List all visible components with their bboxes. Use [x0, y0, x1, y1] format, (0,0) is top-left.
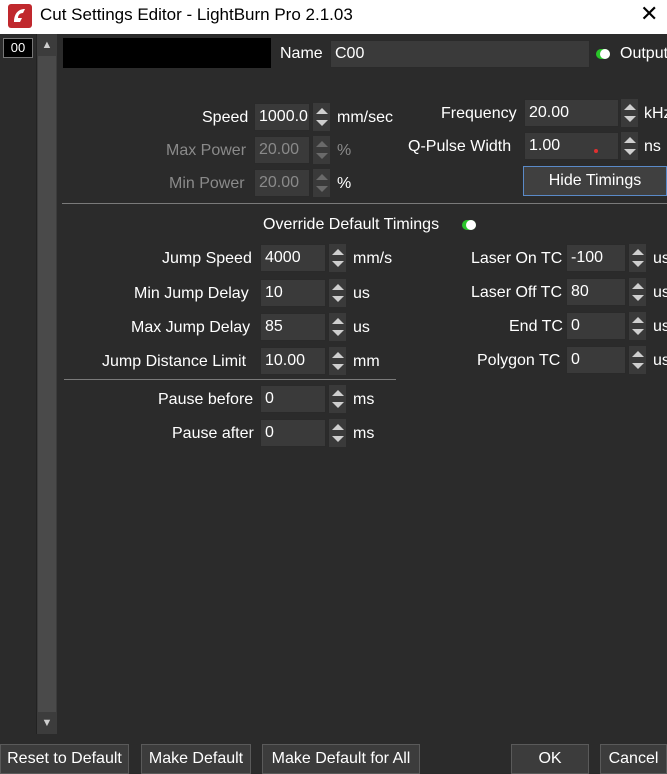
- pause-before-label: Pause before: [158, 391, 254, 408]
- layer-color-swatch: [63, 38, 271, 68]
- laser-on-tc-spinner[interactable]: [628, 244, 646, 272]
- pause-before-input[interactable]: 0: [260, 385, 326, 413]
- min-power-input[interactable]: 20.00: [254, 169, 310, 197]
- cut-settings-panel: Name C00 Output Speed 1000.0 mm/sec Max …: [57, 34, 667, 738]
- end-tc-unit: us: [653, 318, 667, 335]
- reset-to-default-button[interactable]: Reset to Default: [0, 744, 129, 774]
- output-label: Output: [620, 45, 667, 62]
- layer-column: 00: [0, 34, 36, 738]
- max-jump-delay-input[interactable]: 85: [260, 313, 326, 341]
- speed-label: Speed: [202, 109, 249, 126]
- laser-on-tc-label: Laser On TC: [471, 250, 563, 267]
- pause-before-spinner[interactable]: [328, 385, 346, 413]
- frequency-label: Frequency: [441, 105, 517, 122]
- laser-on-tc-unit: us: [653, 250, 667, 267]
- name-label: Name: [280, 45, 323, 62]
- min-power-unit: %: [337, 175, 352, 192]
- max-jump-delay-spinner[interactable]: [328, 313, 346, 341]
- pause-after-label: Pause after: [172, 425, 254, 442]
- override-timings-toggle[interactable]: [462, 220, 476, 230]
- jump-speed-input[interactable]: 4000: [260, 244, 326, 272]
- qpulse-width-unit: ns: [644, 138, 661, 155]
- vertical-scrollbar[interactable]: ▲ ▼: [36, 34, 57, 734]
- laser-off-tc-label: Laser Off TC: [471, 284, 562, 301]
- make-default-for-all-button[interactable]: Make Default for All: [262, 744, 420, 774]
- cancel-button[interactable]: Cancel: [600, 744, 667, 774]
- laser-off-tc-input[interactable]: 80: [566, 278, 626, 306]
- end-tc-input[interactable]: 0: [566, 312, 626, 340]
- close-icon[interactable]: ✕: [640, 1, 658, 27]
- max-jump-delay-unit: us: [353, 319, 370, 336]
- jump-speed-label: Jump Speed: [162, 250, 252, 267]
- polygon-tc-label: Polygon TC: [477, 352, 561, 369]
- scroll-down-arrow-icon[interactable]: ▼: [37, 712, 57, 734]
- section-divider: [62, 203, 667, 204]
- frequency-unit: kHz: [644, 105, 667, 122]
- lightburn-logo-icon: [8, 4, 32, 28]
- pause-before-unit: ms: [353, 391, 375, 408]
- title-bar: Cut Settings Editor - LightBurn Pro 2.1.…: [0, 0, 667, 34]
- min-jump-delay-unit: us: [353, 285, 370, 302]
- end-tc-spinner[interactable]: [628, 312, 646, 340]
- end-tc-label: End TC: [509, 318, 563, 335]
- validation-marker: [594, 149, 598, 153]
- qpulse-width-input[interactable]: 1.00: [524, 132, 619, 160]
- min-jump-delay-spinner[interactable]: [328, 279, 346, 307]
- jump-speed-unit: mm/s: [353, 250, 393, 267]
- frequency-spinner[interactable]: [620, 99, 638, 127]
- jump-distance-limit-label: Jump Distance Limit: [102, 353, 247, 370]
- output-toggle[interactable]: [596, 49, 610, 59]
- jump-distance-limit-unit: mm: [353, 353, 380, 370]
- ok-button[interactable]: OK: [511, 744, 589, 774]
- qpulse-width-label: Q-Pulse Width: [408, 138, 512, 155]
- pause-after-spinner[interactable]: [328, 419, 346, 447]
- dialog-footer: Reset to Default Make Default Make Defau…: [0, 738, 667, 774]
- scrollbar-thumb[interactable]: [38, 56, 56, 712]
- max-power-label: Max Power: [166, 142, 247, 159]
- speed-spinner[interactable]: [312, 103, 330, 131]
- window-title: Cut Settings Editor - LightBurn Pro 2.1.…: [40, 5, 353, 24]
- layer-index-badge[interactable]: 00: [3, 38, 33, 58]
- min-jump-delay-input[interactable]: 10: [260, 279, 326, 307]
- jump-speed-spinner[interactable]: [328, 244, 346, 272]
- min-power-label: Min Power: [169, 175, 245, 192]
- qpulse-width-spinner[interactable]: [620, 132, 638, 160]
- jump-distance-limit-spinner[interactable]: [328, 347, 346, 375]
- laser-on-tc-input[interactable]: -100: [566, 244, 626, 272]
- max-power-unit: %: [337, 142, 352, 159]
- make-default-button[interactable]: Make Default: [141, 744, 251, 774]
- frequency-input[interactable]: 20.00: [524, 99, 619, 127]
- min-jump-delay-label: Min Jump Delay: [134, 285, 249, 302]
- max-jump-delay-label: Max Jump Delay: [131, 319, 251, 336]
- speed-input[interactable]: 1000.0: [254, 103, 310, 131]
- scroll-up-arrow-icon[interactable]: ▲: [37, 34, 57, 56]
- laser-off-tc-spinner[interactable]: [628, 278, 646, 306]
- polygon-tc-spinner[interactable]: [628, 346, 646, 374]
- speed-unit: mm/sec: [337, 109, 393, 126]
- pause-after-unit: ms: [353, 425, 375, 442]
- name-input[interactable]: C00: [330, 40, 590, 68]
- jump-distance-limit-input[interactable]: 10.00: [260, 347, 326, 375]
- timings-divider: [64, 379, 396, 380]
- max-power-input[interactable]: 20.00: [254, 136, 310, 164]
- hide-timings-button[interactable]: Hide Timings: [523, 166, 667, 196]
- override-timings-label: Override Default Timings: [263, 216, 440, 233]
- polygon-tc-unit: us: [653, 352, 667, 369]
- polygon-tc-input[interactable]: 0: [566, 346, 626, 374]
- max-power-spinner[interactable]: [312, 136, 330, 164]
- min-power-spinner[interactable]: [312, 169, 330, 197]
- pause-after-input[interactable]: 0: [260, 419, 326, 447]
- laser-off-tc-unit: us: [653, 284, 667, 301]
